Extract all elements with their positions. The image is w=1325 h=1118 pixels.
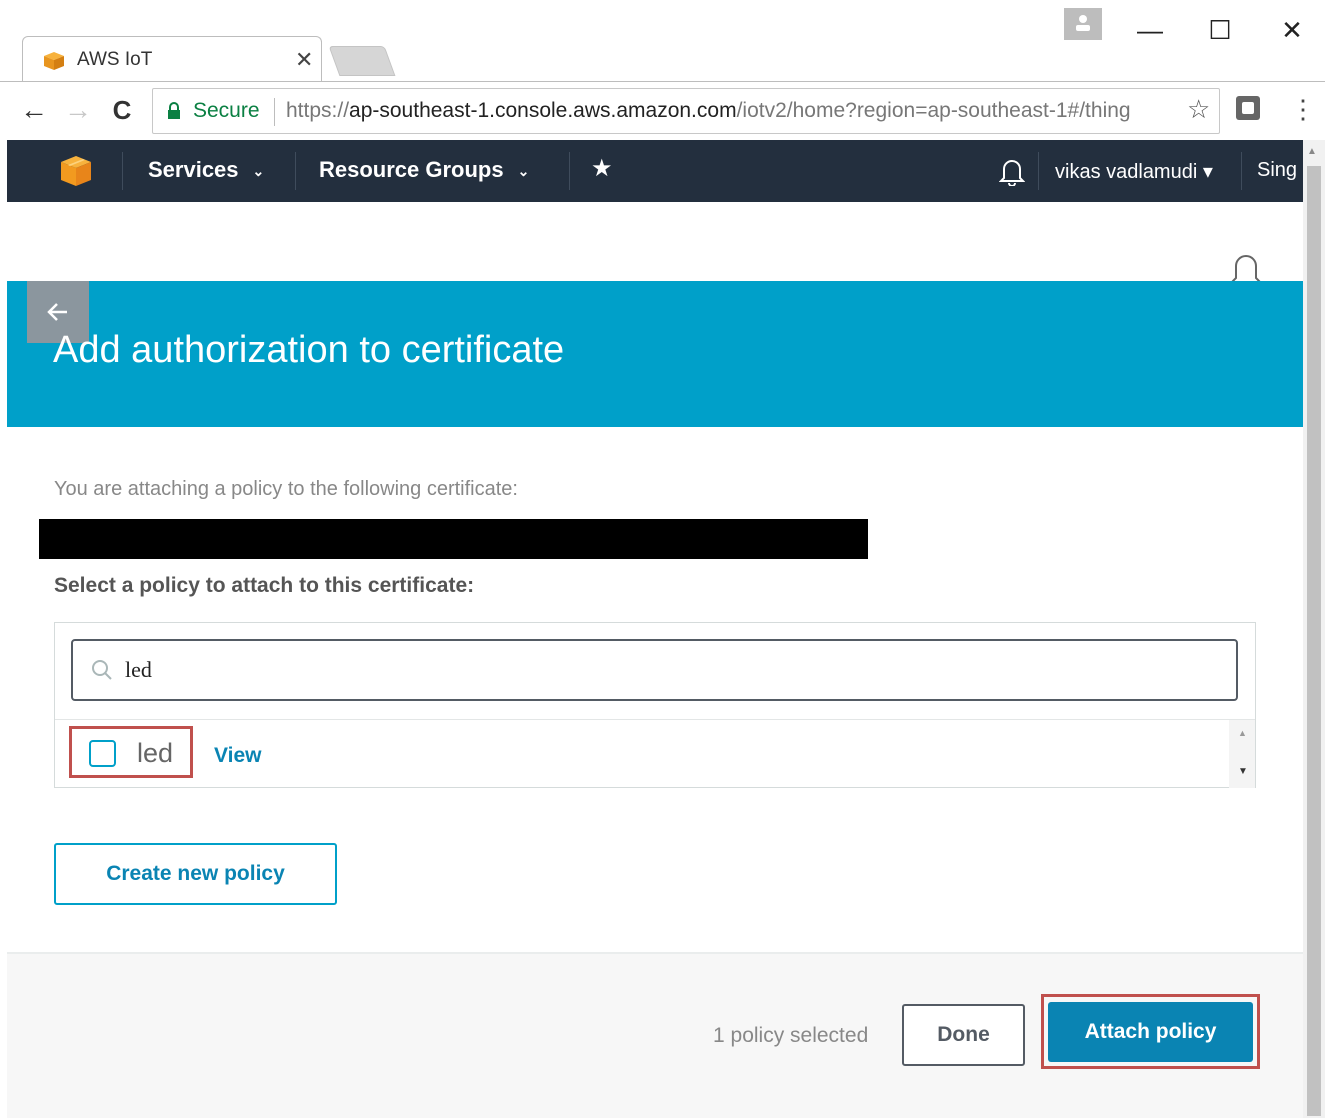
done-button[interactable]: Done [902, 1004, 1025, 1066]
user-name: vikas vadlamudi [1055, 161, 1198, 183]
url-scheme: https:// [286, 99, 350, 122]
scrollbar-thumb[interactable] [1307, 166, 1321, 1116]
chevron-down-icon: ⌄ [517, 162, 530, 179]
page-footer: 1 policy selected Done Attach policy [7, 952, 1303, 1118]
selected-count: 1 policy selected [713, 1024, 869, 1047]
scroll-up-icon[interactable]: ▲ [1307, 146, 1317, 157]
attach-policy-button[interactable]: Attach policy [1048, 1002, 1253, 1062]
region-menu[interactable]: Sing [1257, 159, 1297, 182]
aws-box-icon [44, 52, 64, 70]
view-policy-link[interactable]: View [214, 744, 261, 768]
person-icon [1076, 15, 1090, 31]
create-new-policy-button[interactable]: Create new policy [54, 843, 337, 905]
url-host: ap-southeast-1.console.aws.amazon.com [349, 99, 737, 122]
url-path: /iotv2/home?region=ap-southeast-1#/thing [736, 99, 1131, 122]
nav-divider [122, 152, 123, 190]
minimize-button[interactable]: — [1130, 10, 1170, 50]
new-tab-button[interactable] [328, 46, 396, 76]
browser-menu-icon[interactable]: ⋮ [1290, 94, 1316, 124]
search-box[interactable] [71, 639, 1238, 701]
nav-divider [569, 152, 570, 190]
aws-logo-icon[interactable] [59, 154, 93, 188]
resource-groups-menu[interactable]: Resource Groups ⌄ [319, 157, 529, 183]
caret-down-icon: ▾ [1202, 161, 1213, 183]
profile-button[interactable] [1064, 8, 1102, 40]
policy-list: led View ▲ ▼ [55, 719, 1255, 788]
page-scrollbar[interactable]: ▲ [1303, 140, 1325, 1118]
page-title: Add authorization to certificate [53, 329, 565, 371]
annotation-highlight [69, 726, 193, 778]
bookmark-star-icon[interactable]: ☆ [1187, 94, 1210, 125]
services-menu[interactable]: Services ⌄ [148, 157, 264, 183]
tab-title: AWS IoT [77, 49, 153, 70]
policy-name: led [137, 738, 174, 768]
tab-close-icon[interactable]: ✕ [295, 47, 313, 73]
reload-icon[interactable]: C [104, 90, 140, 130]
url-text[interactable]: https://ap-southeast-1.console.aws.amazo… [286, 99, 1176, 123]
close-window-button[interactable]: ✕ [1272, 10, 1312, 50]
forward-arrow-icon[interactable]: → [60, 90, 96, 130]
nav-divider [1038, 152, 1039, 190]
resource-groups-label: Resource Groups [319, 157, 504, 182]
user-menu[interactable]: vikas vadlamudi ▾ [1055, 159, 1213, 184]
select-policy-label: Select a policy to attach to this certif… [54, 574, 475, 597]
list-scrollbar[interactable]: ▲ ▼ [1229, 720, 1255, 788]
address-bar[interactable]: Secure https://ap-southeast-1.console.aw… [152, 88, 1220, 134]
nav-divider [295, 152, 296, 190]
search-icon [92, 660, 112, 680]
page-content: Add authorization to certificate You are… [7, 202, 1303, 1118]
extension-icon[interactable] [1236, 96, 1260, 120]
browser-tab[interactable]: AWS IoT ✕ [22, 36, 322, 82]
scroll-up-icon[interactable]: ▲ [1238, 728, 1247, 738]
list-item[interactable]: led View [55, 720, 1225, 788]
chevron-down-icon: ⌄ [252, 162, 265, 179]
policy-search-input[interactable] [125, 655, 1205, 685]
services-label: Services [148, 157, 239, 182]
page-header-banner: Add authorization to certificate [7, 281, 1303, 427]
browser-titlebar: AWS IoT ✕ — ☐ ✕ [0, 0, 1325, 82]
arrow-left-icon [47, 303, 67, 321]
policy-checkbox[interactable] [89, 740, 116, 767]
lock-icon [168, 102, 180, 119]
secure-label: Secure [193, 99, 260, 122]
scroll-down-icon[interactable]: ▼ [1238, 766, 1248, 777]
certificate-id-redacted [39, 519, 868, 559]
policy-picker: led View ▲ ▼ [54, 622, 1256, 788]
aws-console-nav: Services ⌄ Resource Groups ⌄ ★ vikas vadla… [7, 140, 1303, 202]
attach-description: You are attaching a policy to the follow… [54, 478, 518, 500]
back-arrow-icon[interactable]: ← [16, 90, 52, 130]
browser-toolbar: ← → C Secure https://ap-southeast-1.cons… [0, 82, 1325, 140]
maximize-button[interactable]: ☐ [1200, 10, 1240, 50]
nav-divider [1241, 152, 1242, 190]
address-separator [274, 98, 275, 126]
bell-icon[interactable] [999, 156, 1025, 186]
pin-icon[interactable]: ★ [591, 154, 613, 183]
